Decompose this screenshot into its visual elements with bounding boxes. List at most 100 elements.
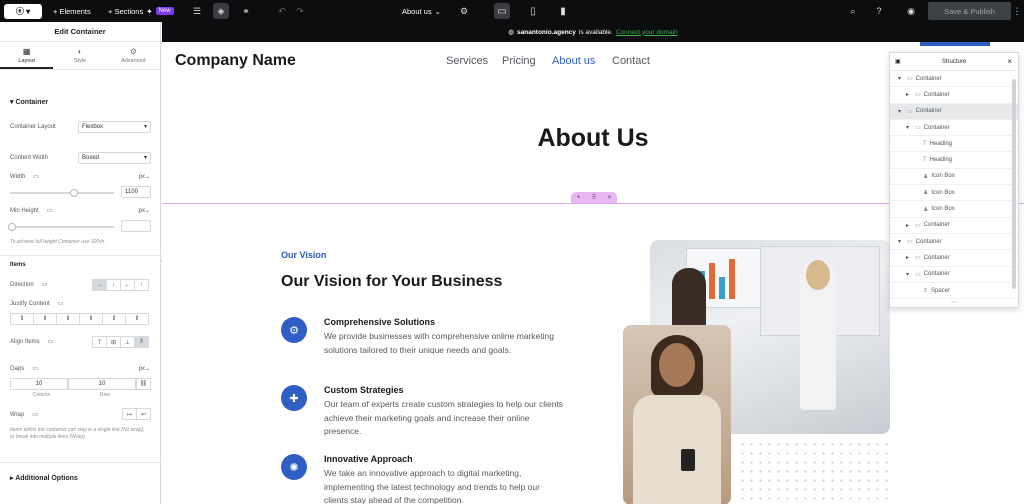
caret-right-icon[interactable]: ▸ (906, 91, 912, 98)
min-height-input[interactable] (121, 220, 151, 232)
spacer-icon: ⇕ (923, 288, 929, 294)
structure-item[interactable]: ▸ ▭ Container (890, 250, 1018, 267)
site-logo-text[interactable]: Company Name (175, 52, 296, 70)
structure-item-label: Container (915, 238, 942, 245)
justify-center-button[interactable]: ⫴ (33, 313, 57, 325)
direction-row-reverse-button[interactable]: ← (120, 279, 135, 291)
panel-tabs: ▦ Layout ◐ Style ⚙ Advanced (0, 42, 160, 70)
align-end-button[interactable]: ⊥ (120, 336, 135, 348)
direction-column-button[interactable]: ↓ (106, 279, 121, 291)
gap-row-input[interactable]: 10 (68, 378, 136, 390)
caret-down-icon[interactable]: ▾ (898, 238, 904, 245)
smiling-woman-image (623, 325, 731, 504)
structure-item[interactable]: T Heading (890, 152, 1018, 169)
direction-column-reverse-button[interactable]: ↑ (134, 279, 149, 291)
undo-button[interactable]: ↶ (274, 3, 290, 19)
explore-button[interactable]: ⚭ (238, 3, 254, 19)
page-selector[interactable]: About us ⌄ (402, 0, 441, 22)
structure-item[interactable]: T Heading (890, 136, 1018, 153)
justify-end-button[interactable]: ⫴ (56, 313, 80, 325)
add-elements-button[interactable]: + Elements (53, 0, 91, 22)
width-slider-handle[interactable] (70, 189, 79, 197)
structure-item[interactable]: ▾ ▭ Container (890, 120, 1018, 137)
justify-evenly-button[interactable]: ⫴ (125, 313, 149, 325)
close-icon[interactable]: × (608, 195, 612, 201)
caret-down-icon[interactable]: ▾ (898, 108, 904, 115)
structure-item[interactable]: ▸ ▭ Container (890, 218, 1018, 234)
tablet-view-button[interactable]: ▯ (525, 3, 541, 19)
editor-panel: Edit Container ▦ Layout ◐ Style ⚙ Advanced … (0, 22, 161, 504)
add-sections-button[interactable]: + Sections ✦ New (108, 0, 174, 22)
tab-layout[interactable]: ▦ Layout (0, 42, 54, 69)
resize-handle[interactable]: ⋯ (890, 299, 1018, 306)
gap-column-input[interactable]: 10 (10, 378, 68, 390)
caret-down-icon[interactable]: ▾ (906, 271, 912, 278)
min-height-slider[interactable] (8, 223, 114, 231)
align-start-button[interactable]: ⊤ (92, 336, 107, 348)
wrap-button[interactable]: ↩ (136, 408, 151, 420)
search-button[interactable]: ⌕ (845, 3, 861, 19)
redo-button[interactable]: ↷ (292, 3, 308, 19)
justify-around-button[interactable]: ⫴ (102, 313, 126, 325)
chevron-down-icon: ⌄ (434, 6, 441, 16)
structure-item[interactable]: ▾ ▭ Container (890, 234, 1018, 251)
nav-link-services[interactable]: Services (446, 55, 488, 67)
container-section-toggle[interactable]: ▾ Container (0, 98, 58, 106)
desktop-view-button[interactable]: ▭ (494, 3, 510, 19)
content-width-select[interactable]: Boxed (78, 152, 151, 164)
structure-item[interactable]: ♟ Icon Box (890, 185, 1018, 202)
help-button[interactable]: ? (871, 3, 887, 19)
structure-item[interactable]: ▾ ▭ Container (890, 103, 1018, 120)
caret-right-icon[interactable]: ▸ (906, 254, 912, 261)
structure-item[interactable]: ♟ Icon Box (890, 169, 1018, 186)
desktop-icon: ▭ (41, 282, 48, 288)
nav-link-contact[interactable]: Contact (612, 55, 650, 67)
drag-icon[interactable]: ⠿ (592, 194, 596, 201)
width-input[interactable]: 1100 (121, 186, 151, 198)
container-handle[interactable]: + ⠿ × (571, 192, 617, 203)
structure-button[interactable]: ◈ (213, 3, 229, 19)
align-stretch-button[interactable]: ‖ (134, 336, 149, 348)
justify-between-button[interactable]: ⫴ (79, 313, 103, 325)
site-settings-button[interactable]: ☰ (189, 3, 205, 19)
structure-item[interactable]: ▾ ▭ Container (890, 71, 1018, 88)
tab-style[interactable]: ◐ Style (53, 42, 106, 69)
chevron-down-icon: ⌄ (144, 174, 150, 180)
elementor-menu-button[interactable]: ⓔ ▾ (4, 3, 42, 19)
min-height-slider-handle[interactable] (8, 223, 16, 231)
width-slider[interactable] (10, 189, 114, 197)
additional-options-toggle[interactable]: ▸ Additional Options (0, 474, 88, 482)
structure-item[interactable]: ♟ Icon Box (890, 201, 1018, 218)
structure-item[interactable]: ▸ ▭ Container (890, 87, 1018, 104)
add-icon[interactable]: + (577, 195, 581, 201)
close-icon[interactable]: × (1007, 57, 1012, 66)
structure-item[interactable]: ▾ ▭ Container (890, 267, 1018, 283)
publish-options-button[interactable]: ⋮ (1012, 3, 1022, 19)
page-settings-button[interactable]: ⚙ (456, 3, 472, 19)
direction-row-button[interactable]: → (92, 279, 107, 291)
align-center-button[interactable]: ⊞ (106, 336, 121, 348)
caret-right-icon[interactable]: ▸ (906, 222, 912, 229)
justify-start-button[interactable]: ⫴ (10, 313, 34, 325)
structure-item-label: Container (923, 271, 950, 278)
publish-button[interactable]: Save & Publish (928, 2, 1011, 20)
nav-link-about[interactable]: About us (552, 55, 595, 67)
preview-button[interactable]: ◉ (903, 3, 919, 19)
structure-scrollbar[interactable] (1012, 79, 1016, 289)
caret-down-icon[interactable]: ▾ (906, 124, 912, 131)
icon-box-title: Comprehensive Solutions (324, 317, 436, 327)
header-cta-button[interactable] (920, 42, 990, 46)
wrap-label: Wrap (10, 411, 25, 418)
container-layout-select[interactable]: Flexbox (78, 121, 151, 133)
structure-item[interactable]: ⇕ Spacer (890, 283, 1018, 300)
connect-domain-link[interactable]: Connect your domain (616, 29, 678, 36)
gap-row-label: Row (100, 392, 111, 398)
no-wrap-button[interactable]: ↦ (122, 408, 137, 420)
tab-advanced[interactable]: ⚙ Advanced (107, 42, 160, 69)
caret-down-icon[interactable]: ▾ (898, 75, 904, 82)
link-gaps-button[interactable]: ⛓ (136, 378, 151, 390)
mobile-view-button[interactable]: ▮ (555, 3, 571, 19)
container-layout-value: Flexbox (82, 124, 104, 130)
nav-link-pricing[interactable]: Pricing (502, 55, 536, 67)
gear-icon: ⚙ (129, 47, 137, 56)
